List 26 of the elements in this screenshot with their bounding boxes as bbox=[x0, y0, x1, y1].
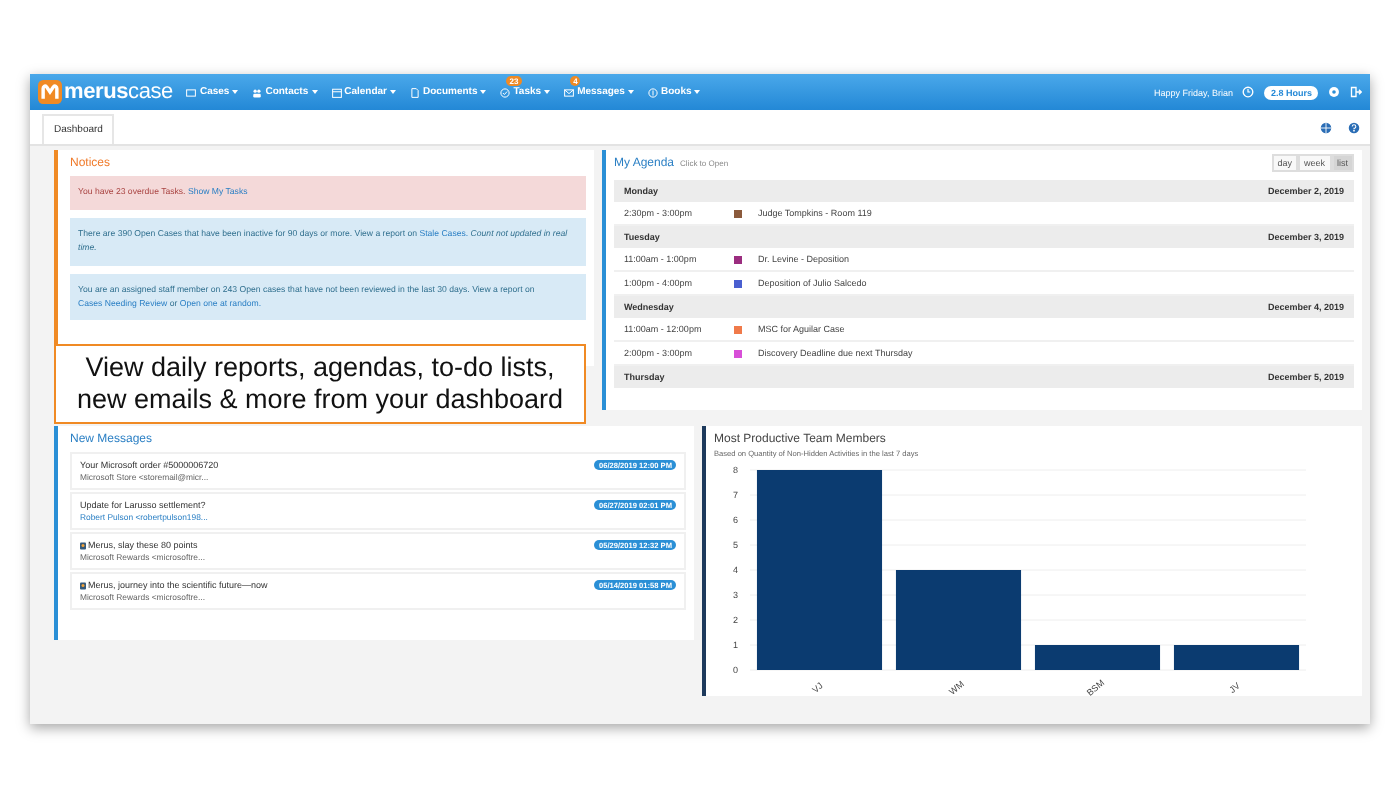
bar bbox=[895, 570, 1022, 670]
bar bbox=[1034, 645, 1161, 670]
people-icon bbox=[252, 87, 263, 97]
caret-icon bbox=[544, 90, 551, 94]
help-icon[interactable] bbox=[1348, 121, 1360, 133]
thumbnail-icon bbox=[80, 541, 86, 549]
globe-icon[interactable] bbox=[1320, 121, 1332, 133]
caret-icon bbox=[627, 90, 634, 94]
bar bbox=[1173, 645, 1300, 670]
logout-icon[interactable] bbox=[1350, 86, 1362, 98]
mail-icon bbox=[564, 87, 575, 97]
logo-icon bbox=[38, 80, 62, 104]
logo-text[interactable]: meruscase bbox=[64, 80, 173, 104]
folder-icon bbox=[186, 87, 197, 97]
calendar-icon bbox=[331, 87, 342, 97]
document-icon bbox=[410, 87, 421, 97]
check-icon bbox=[500, 87, 511, 97]
caret-icon bbox=[311, 90, 318, 94]
caret-icon bbox=[480, 90, 487, 94]
clock-icon[interactable] bbox=[1242, 86, 1255, 98]
caret-icon bbox=[232, 90, 239, 94]
thumbnail-icon bbox=[80, 581, 86, 589]
caption-callout: View daily reports, agendas, to-do lists, new emails & more from your dashboard bbox=[54, 344, 586, 425]
settings-icon[interactable] bbox=[1328, 86, 1340, 98]
caret-icon bbox=[694, 90, 701, 94]
caret-icon bbox=[390, 90, 397, 94]
